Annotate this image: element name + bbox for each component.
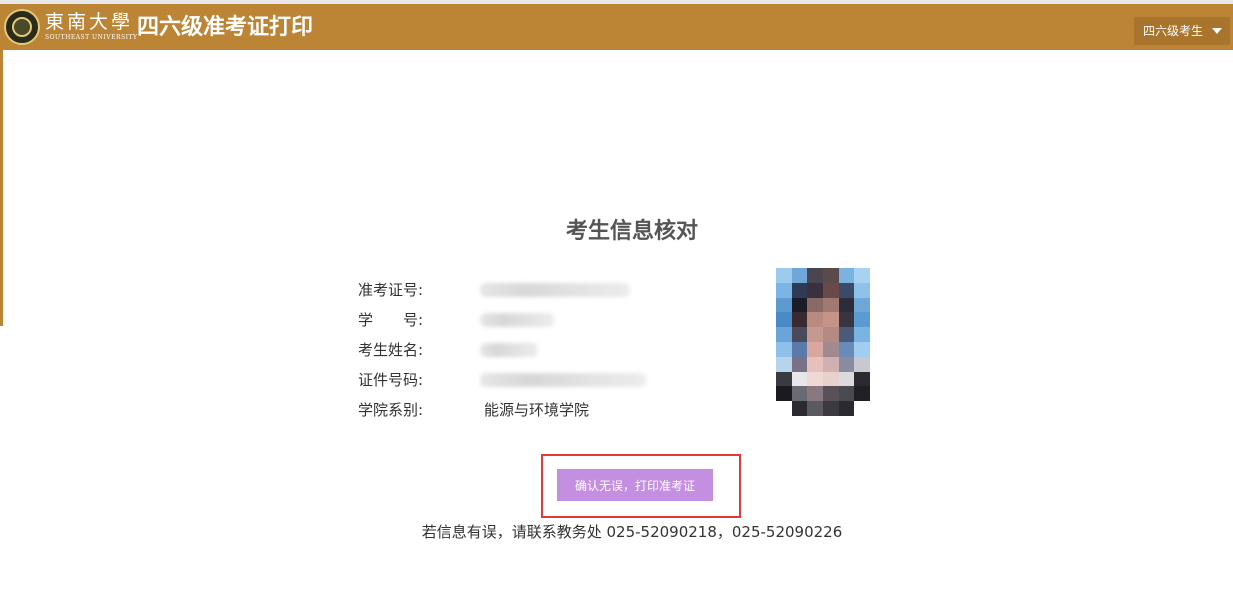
left-accent-stripe [0, 50, 3, 326]
field-label: 准考证号: [358, 281, 424, 299]
top-navbar: 東南大學 SOUTHEAST UNIVERSITY 四六级准考证打印 四六级考生 [0, 0, 1233, 50]
system-title: 四六级准考证打印 [137, 15, 314, 40]
university-name: 東南大學 [45, 11, 134, 33]
page-heading: 考生信息核对 [565, 219, 698, 244]
field-label: 学院系别: [358, 401, 424, 419]
field-label: 学 号: [358, 311, 424, 329]
university-english-name: SOUTHEAST UNIVERSITY [45, 34, 138, 41]
confirm-print-button[interactable]: 确认无误，打印准考证 [557, 469, 713, 501]
user-menu-label: 四六级考生 [1143, 24, 1204, 38]
field-label: 证件号码: [358, 371, 424, 389]
redacted-value [480, 313, 554, 327]
caret-down-icon [1212, 28, 1222, 34]
redacted-value [480, 373, 646, 387]
student-photo [776, 268, 870, 416]
field-label: 考生姓名: [358, 341, 424, 359]
user-menu-dropdown[interactable]: 四六级考生 [1134, 17, 1230, 45]
department-value: 能源与环境学院 [484, 401, 590, 419]
redacted-value [480, 343, 538, 357]
redacted-value [480, 283, 630, 297]
university-seal-icon [4, 9, 40, 45]
contact-note: 若信息有误，请联系教务处 025-52090218，025-52090226 [421, 523, 843, 541]
